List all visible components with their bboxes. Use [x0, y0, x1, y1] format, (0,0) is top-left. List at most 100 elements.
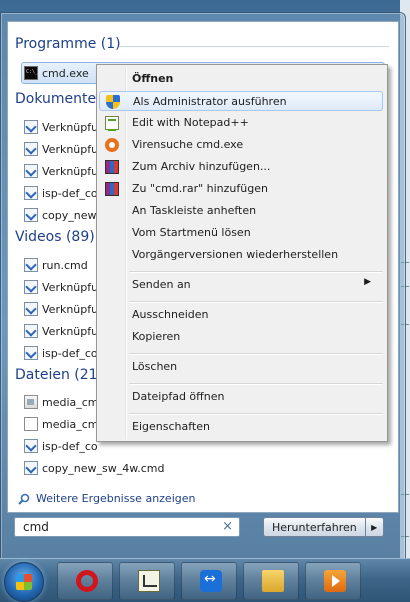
shortcut-icon — [24, 186, 38, 200]
result-item[interactable]: Verknüpfu — [22, 321, 98, 341]
menu-item-add-to-cmd-rar[interactable]: Zu "cmd.rar" hinzufügen — [99, 179, 383, 199]
shortcut-icon — [24, 258, 38, 272]
submenu-arrow-icon: ▶ — [364, 277, 371, 287]
shortcut-icon — [24, 324, 38, 338]
menu-separator — [129, 271, 383, 273]
shortcut-icon — [24, 302, 38, 316]
result-item[interactable]: Verknüpfu — [22, 277, 98, 297]
result-label: Verknüpfu — [42, 164, 99, 178]
result-item[interactable]: isp-def_co — [22, 183, 98, 203]
result-item[interactable]: run.cmd — [22, 255, 88, 275]
more-results-link[interactable]: Weitere Ergebnisse anzeigen — [18, 492, 195, 505]
shortcut-icon — [24, 280, 38, 294]
shutdown-button[interactable]: Herunterfahren — [263, 517, 366, 537]
group-header-programme[interactable]: Programme (1) — [15, 36, 389, 52]
menu-item-unpin-start[interactable]: Vom Startmenü lösen — [99, 223, 383, 243]
menu-item-edit-notepadpp[interactable]: Edit with Notepad++ — [99, 113, 383, 133]
group-header-label: Dateien (218 — [15, 367, 107, 383]
result-item[interactable]: isp-def_co — [22, 436, 98, 456]
chevron-right-icon: ▶ — [371, 522, 378, 532]
result-label: copy_new_ — [42, 208, 103, 222]
result-item[interactable]: Verknüpfu — [22, 117, 98, 137]
menu-separator — [129, 383, 383, 385]
taskbar-button-graph[interactable] — [119, 562, 175, 600]
menu-item-run-as-admin[interactable]: Als Administrator ausführen — [99, 91, 383, 111]
taskbar-button-teamviewer[interactable] — [181, 562, 237, 600]
group-header-videos[interactable]: Videos (89) — [15, 229, 95, 245]
cmd-icon — [24, 66, 38, 80]
shortcut-icon — [24, 164, 38, 178]
shortcut-icon — [24, 439, 38, 453]
menu-item-virus-scan[interactable]: Virensuche cmd.exe — [99, 135, 383, 155]
notepad-plus-plus-icon — [105, 116, 119, 131]
group-header-dateien[interactable]: Dateien (218 — [15, 367, 106, 383]
windows-start-orb-icon[interactable] — [4, 562, 44, 602]
menu-item-label: Zum Archiv hinzufügen... — [132, 160, 271, 173]
taskbar-button-opera[interactable] — [57, 562, 113, 600]
menu-item-properties[interactable]: Eigenschaften — [99, 417, 383, 437]
result-label: Verknüpfu — [42, 142, 99, 156]
taskbar — [0, 558, 410, 602]
shortcut-icon — [24, 208, 38, 222]
search-icon — [18, 493, 30, 505]
context-menu: Öffnen Als Administrator ausführen Edit … — [96, 64, 388, 442]
menu-item-label: Virensuche cmd.exe — [132, 138, 244, 151]
result-label: Verknüpfu — [42, 280, 99, 294]
result-item[interactable]: media_cm — [22, 392, 99, 412]
menu-item-label: Dateipfad öffnen — [132, 390, 225, 403]
media-player-icon — [324, 570, 346, 592]
menu-item-label: Senden an — [132, 278, 191, 291]
taskbar-button-media-player[interactable] — [305, 562, 361, 600]
group-header-dokumente[interactable]: Dokumente ( — [15, 91, 106, 107]
group-header-label: Videos (89) — [15, 229, 95, 245]
winrar-icon — [105, 160, 119, 174]
result-item[interactable]: Verknüpfu — [22, 161, 98, 181]
menu-item-send-to[interactable]: Senden an ▶ — [99, 275, 383, 295]
menu-item-label: Vorgängerversionen wiederherstellen — [132, 248, 339, 261]
menu-item-copy[interactable]: Kopieren — [99, 327, 383, 347]
group-header-label: Dokumente ( — [15, 91, 107, 107]
result-item[interactable]: copy_new_sw_4w.cmd — [22, 458, 164, 478]
menu-item-pin-taskbar[interactable]: An Taskleiste anheften — [99, 201, 383, 221]
menu-separator — [129, 301, 383, 303]
menu-item-delete[interactable]: Löschen — [99, 357, 383, 377]
teamviewer-icon — [200, 570, 222, 592]
result-item[interactable]: copy_new_ — [22, 205, 102, 225]
result-label: media_cm — [42, 395, 99, 409]
clear-search-icon[interactable]: × — [222, 519, 233, 534]
shortcut-icon — [24, 346, 38, 360]
shutdown-label: Herunterfahren — [272, 520, 357, 534]
shortcut-icon — [24, 461, 38, 475]
result-item[interactable]: Verknüpfu — [22, 139, 98, 159]
result-label: Verknüpfu — [42, 324, 99, 338]
search-input[interactable]: cmd × — [14, 517, 240, 537]
winrar-icon — [105, 182, 119, 196]
menu-item-cut[interactable]: Ausschneiden — [99, 305, 383, 325]
document-icon — [24, 417, 38, 431]
result-label: Verknüpfu — [42, 302, 99, 316]
result-label: isp-def_co — [42, 439, 98, 453]
menu-item-label: Ausschneiden — [132, 308, 209, 321]
menu-item-open-file-location[interactable]: Dateipfad öffnen — [99, 387, 383, 407]
menu-item-previous-versions[interactable]: Vorgängerversionen wiederherstellen — [99, 245, 383, 265]
shortcut-icon — [24, 120, 38, 134]
result-label: run.cmd — [42, 258, 88, 272]
shutdown-options-button[interactable]: ▶ — [365, 517, 384, 537]
result-item[interactable]: media_cm — [22, 414, 99, 434]
menu-item-label: Öffnen — [132, 72, 174, 85]
menu-separator — [129, 353, 383, 355]
menu-item-add-to-archive[interactable]: Zum Archiv hinzufügen... — [99, 157, 383, 177]
uac-shield-icon — [106, 95, 120, 109]
search-query-text: cmd — [23, 520, 49, 534]
result-item[interactable]: isp-def_co — [22, 343, 98, 363]
taskbar-button-explorer[interactable] — [243, 562, 299, 600]
result-item[interactable]: Verknüpfu — [22, 299, 98, 319]
shutdown-control: Herunterfahren ▶ — [263, 517, 384, 537]
image-file-icon — [24, 395, 38, 409]
result-label: Verknüpfu — [42, 120, 99, 134]
menu-item-open[interactable]: Öffnen — [99, 69, 383, 89]
opera-icon — [76, 570, 98, 592]
group-header-label: Programme (1) — [15, 36, 121, 52]
menu-item-label: Als Administrator ausführen — [133, 95, 287, 108]
menu-separator — [129, 413, 383, 415]
